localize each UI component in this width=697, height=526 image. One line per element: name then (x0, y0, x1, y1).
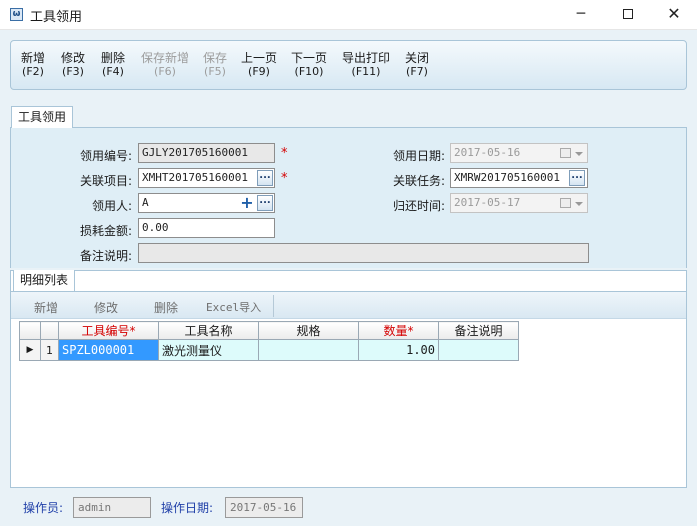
column-header-spec[interactable]: 规格 (258, 321, 359, 340)
table-row[interactable]: ▶ 1 SPZL000001 激光测量仪 1.00 (19, 339, 519, 361)
save-new-button[interactable]: 保存新增 (F6) (141, 51, 189, 79)
save-shortcut: (F5) (204, 65, 226, 78)
calendar-icon[interactable] (560, 148, 571, 158)
cell-quantity[interactable]: 1.00 (358, 339, 439, 361)
save-new-label: 保存新增 (141, 51, 190, 65)
next-page-button[interactable]: 下一页 (F10) (291, 51, 327, 79)
export-print-label: 导出打印 (342, 51, 391, 65)
required-mark: * (281, 171, 288, 186)
prev-page-button[interactable]: 上一页 (F9) (241, 51, 277, 79)
new-label: 新增 (21, 51, 46, 65)
title-bar: ω 工具领用 ─ ✕ (0, 0, 697, 30)
detail-delete-button[interactable]: 删除 (154, 299, 178, 316)
new-shortcut: (F2) (22, 65, 44, 78)
tab-tool-receive[interactable]: 工具领用 (11, 106, 73, 128)
row-indicator-icon[interactable]: ▶ (19, 339, 41, 361)
chevron-down-icon[interactable] (575, 202, 583, 206)
delete-button[interactable]: 删除 (F4) (101, 51, 125, 79)
cell-tool-code[interactable]: SPZL000001 (58, 339, 159, 361)
receiver-label: 领用人: (91, 199, 132, 213)
main-toolbar: 新增 (F2) 修改 (F3) 删除 (F4) 保存新增 (F6) 保存 (F5… (10, 40, 687, 90)
operator-label: 操作员: (23, 501, 64, 515)
project-label: 关联项目: (79, 174, 132, 188)
maximize-icon (623, 9, 633, 19)
close-label: 关闭 (405, 51, 430, 65)
detail-toolbar: 新增 修改 删除 Excel导入 (11, 291, 686, 319)
cell-spec[interactable] (258, 339, 359, 361)
cell-tool-name[interactable]: 激光测量仪 (158, 339, 259, 361)
save-label: 保存 (203, 51, 228, 65)
tab-detail-list[interactable]: 明细列表 (13, 270, 75, 291)
next-page-label: 下一页 (291, 51, 328, 65)
delete-shortcut: (F4) (102, 65, 124, 78)
chevron-down-icon[interactable] (575, 152, 583, 156)
operator-field: admin (73, 497, 151, 518)
delete-label: 删除 (101, 51, 126, 65)
remark-field[interactable] (138, 243, 589, 263)
task-label: 关联任务: (392, 174, 445, 188)
header-index (40, 321, 59, 340)
save-button[interactable]: 保存 (F5) (203, 51, 227, 79)
header-corner (19, 321, 41, 340)
prev-page-shortcut: (F9) (248, 65, 270, 78)
excel-import-button[interactable]: Excel导入 (206, 299, 261, 315)
detail-grid: 工具编号* 工具名称 规格 数量* 备注说明 ▶ 1 SPZL000001 激光… (19, 321, 519, 361)
edit-shortcut: (F3) (62, 65, 84, 78)
export-print-shortcut: (F11) (351, 65, 381, 78)
column-header-quantity[interactable]: 数量* (358, 321, 439, 340)
return-time-label: 归还时间: (392, 199, 445, 213)
operation-date-label: 操作日期: (161, 501, 214, 515)
receiver-browse-button[interactable]: ... (257, 195, 273, 211)
next-page-shortcut: (F10) (294, 65, 324, 78)
grid-header-row: 工具编号* 工具名称 规格 数量* 备注说明 (19, 321, 519, 340)
task-browse-button[interactable]: ... (569, 170, 585, 186)
remark-label: 备注说明: (79, 249, 132, 263)
minimize-button[interactable]: ─ (558, 0, 604, 30)
close-shortcut: (F7) (406, 65, 428, 78)
cell-remark[interactable] (438, 339, 519, 361)
app-icon: ω (10, 8, 23, 21)
prev-page-label: 上一页 (241, 51, 278, 65)
column-header-remark[interactable]: 备注说明 (438, 321, 519, 340)
save-new-shortcut: (F6) (154, 65, 176, 78)
required-mark: * (281, 146, 288, 161)
toolbar-separator (273, 295, 274, 317)
window-title: 工具领用 (30, 10, 83, 25)
operation-date-field: 2017-05-16 (225, 497, 303, 518)
edit-label: 修改 (61, 51, 86, 65)
column-header-tool-name[interactable]: 工具名称 (158, 321, 259, 340)
receiver-field[interactable]: A (138, 193, 275, 213)
detail-new-button[interactable]: 新增 (34, 299, 58, 316)
close-button[interactable]: 关闭 (F7) (405, 51, 429, 79)
task-field[interactable]: XMRW201705160001 (450, 168, 588, 188)
new-button[interactable]: 新增 (F2) (21, 51, 45, 79)
detail-edit-button[interactable]: 修改 (94, 299, 118, 316)
loss-amount-field[interactable]: 0.00 (138, 218, 275, 238)
row-index: 1 (40, 339, 59, 361)
receive-no-field[interactable]: GJLY201705160001 (138, 143, 275, 163)
receive-no-label: 领用编号: (79, 149, 132, 163)
receive-date-label: 领用日期: (392, 149, 445, 163)
add-receiver-icon[interactable]: + (240, 195, 254, 211)
project-field[interactable]: XMHT201705160001 (138, 168, 275, 188)
edit-button[interactable]: 修改 (F3) (61, 51, 85, 79)
close-window-button[interactable]: ✕ (651, 0, 697, 30)
project-browse-button[interactable]: ... (257, 170, 273, 186)
maximize-button[interactable] (605, 0, 651, 30)
loss-amount-label: 损耗金额: (79, 224, 132, 238)
calendar-icon[interactable] (560, 198, 571, 208)
column-header-tool-code[interactable]: 工具编号* (58, 321, 159, 340)
export-print-button[interactable]: 导出打印 (F11) (342, 51, 390, 79)
